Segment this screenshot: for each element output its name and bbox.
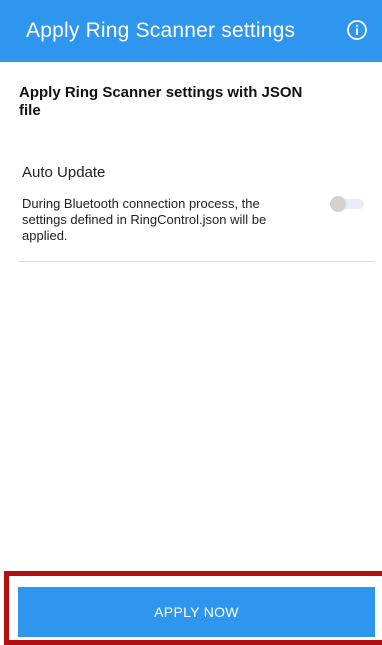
app-bar: Apply Ring Scanner settings <box>0 0 382 62</box>
setting-label: Auto Update <box>22 164 106 181</box>
section-title: Apply Ring Scanner settings with JSON fi… <box>19 84 303 119</box>
app-bar-title: Apply Ring Scanner settings <box>26 19 296 42</box>
setting-row-auto-update: Auto Update During Bluetooth connection … <box>19 152 375 262</box>
apply-now-button[interactable]: APPLY NOW <box>18 587 375 637</box>
auto-update-toggle[interactable] <box>330 196 364 212</box>
setting-description: During Bluetooth connection process, the… <box>22 196 267 243</box>
bottom-action-area: APPLY NOW <box>0 571 382 645</box>
info-icon[interactable] <box>346 19 368 41</box>
app-screen: Apply Ring Scanner settings Apply Ring S… <box>0 0 382 645</box>
toggle-thumb <box>330 196 346 212</box>
info-circle-icon <box>347 20 367 40</box>
